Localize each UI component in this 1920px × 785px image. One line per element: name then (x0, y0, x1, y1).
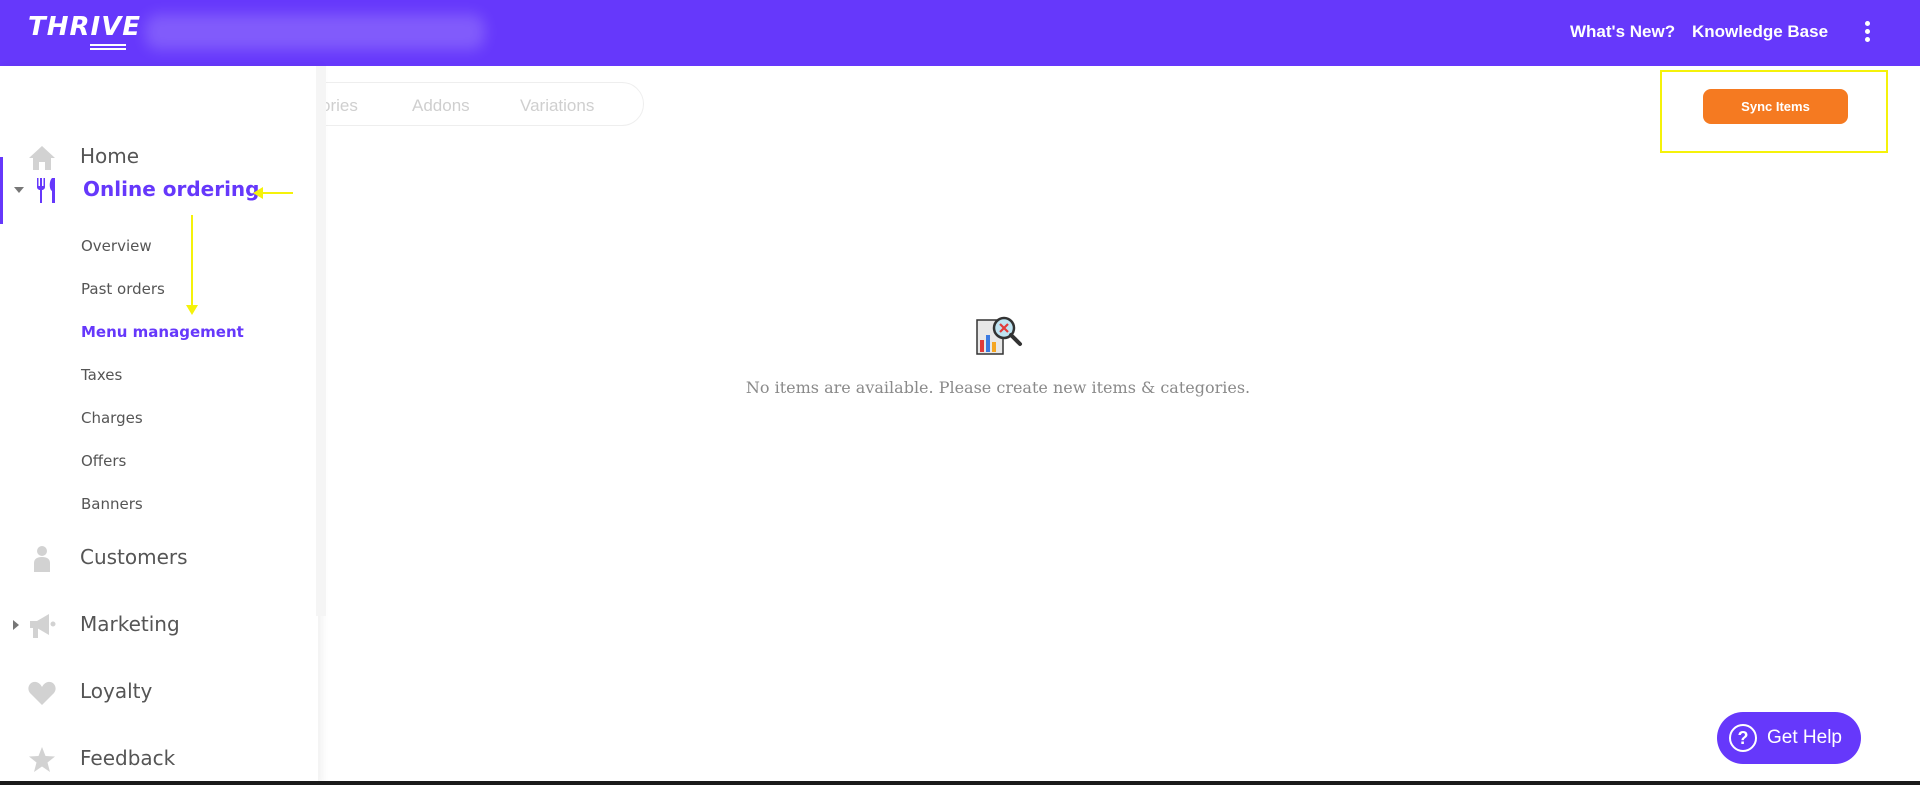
sub-item-banners[interactable]: Banners (81, 495, 143, 513)
no-items-search-icon (976, 316, 1022, 355)
sidebar-item-customers[interactable]: Customers (0, 525, 318, 591)
sidebar-scrollbar[interactable] (316, 66, 326, 616)
tab-variations[interactable]: Variations (520, 96, 594, 116)
bottom-border (0, 781, 1920, 785)
annotation-arrow-head (186, 305, 198, 315)
sub-item-offers[interactable]: Offers (81, 452, 126, 470)
sub-item-taxes[interactable]: Taxes (81, 366, 122, 384)
annotation-arrow-vertical (191, 215, 193, 307)
sidebar-item-label: Customers (80, 545, 188, 569)
sidebar-item-loyalty[interactable]: Loyalty (0, 659, 318, 725)
get-help-button[interactable]: ? Get Help (1717, 712, 1861, 764)
kebab-menu-icon[interactable] (1862, 21, 1872, 45)
sidebar-item-label: Marketing (80, 612, 180, 636)
megaphone-icon (30, 614, 56, 638)
tab-addons[interactable]: Addons (412, 96, 470, 116)
thrive-logo[interactable]: THRIVE (28, 12, 141, 42)
top-bar: THRIVE What's New? Knowledge Base (0, 0, 1920, 66)
sync-items-button[interactable]: Sync Items (1703, 89, 1848, 124)
sidebar-item-label: Online ordering (83, 177, 260, 201)
tab-categories[interactable]: ories (321, 96, 358, 116)
whats-new-link[interactable]: What's New? (1570, 22, 1675, 42)
logo-underline (90, 44, 126, 50)
sidebar: Home Online ordering Overview Past order… (0, 66, 318, 785)
sidebar-item-label: Feedback (80, 746, 176, 770)
question-icon: ? (1729, 724, 1757, 752)
sidebar-item-marketing[interactable]: Marketing (0, 592, 318, 658)
sidebar-item-online-ordering[interactable]: Online ordering (0, 157, 318, 224)
heart-icon (28, 681, 56, 705)
star-icon (29, 747, 55, 772)
sub-item-menu-management[interactable]: Menu management (81, 323, 244, 341)
chevron-right-icon[interactable] (13, 620, 19, 630)
get-help-label: Get Help (1767, 727, 1842, 748)
blurred-restaurant-name (145, 14, 485, 50)
person-icon (34, 546, 50, 572)
sidebar-item-label: Loyalty (80, 679, 153, 703)
sidebar-item-feedback[interactable]: Feedback (0, 726, 318, 785)
menu-tabs: ories Addons Variations (300, 82, 644, 126)
knowledge-base-link[interactable]: Knowledge Base (1692, 22, 1828, 42)
sub-item-past-orders[interactable]: Past orders (81, 280, 165, 298)
fork-knife-icon (37, 178, 55, 203)
annotation-arrow-head (253, 187, 263, 199)
sub-item-charges[interactable]: Charges (81, 409, 143, 427)
sub-item-overview[interactable]: Overview (81, 237, 152, 255)
chevron-down-icon[interactable] (14, 187, 24, 193)
